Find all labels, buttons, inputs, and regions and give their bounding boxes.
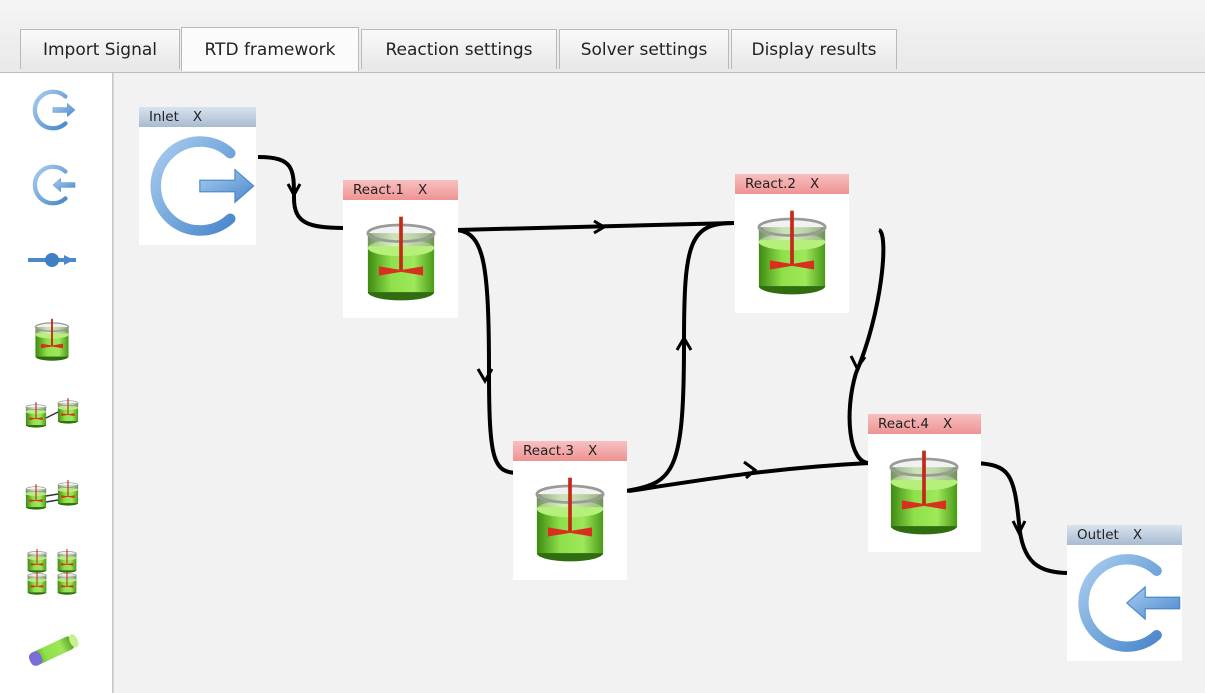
connection-react1-react3 <box>456 228 520 475</box>
outlet-icon <box>28 161 76 209</box>
node-close-button[interactable]: X <box>588 443 597 459</box>
connection-react4-outlet <box>975 461 1070 575</box>
inlet-icon <box>28 86 76 134</box>
connection-inlet-react1 <box>257 155 345 230</box>
tab-import-signal[interactable]: Import Signal <box>20 29 180 69</box>
flow-canvas[interactable]: Inlet X React.1 X React.2 X React.3 X Re… <box>113 73 1205 693</box>
tab-reaction-settings[interactable]: Reaction settings <box>361 29 557 69</box>
palette-outlet[interactable] <box>22 155 82 215</box>
node-body <box>513 461 627 580</box>
node-label: React.3 <box>523 443 574 459</box>
node-header: Outlet X <box>1067 525 1182 545</box>
palette-connector[interactable] <box>22 230 82 290</box>
node-header: React.1 X <box>343 180 458 200</box>
reactor-icon <box>513 461 627 580</box>
palette-plug-flow[interactable] <box>22 621 82 681</box>
connector-icon <box>28 253 76 267</box>
node-body <box>868 434 981 552</box>
node-header: Inlet X <box>139 107 256 127</box>
palette-inlet[interactable] <box>22 80 82 140</box>
node-header: React.4 X <box>868 414 981 434</box>
node-close-button[interactable]: X <box>1133 527 1142 543</box>
node-body <box>343 200 458 318</box>
node-label: React.1 <box>353 182 404 198</box>
node-close-button[interactable]: X <box>943 416 952 432</box>
node-label: Outlet <box>1077 527 1119 543</box>
node-body <box>735 194 849 313</box>
connection-react3-react2 <box>625 221 735 493</box>
node-label: React.4 <box>878 416 929 432</box>
tab-solver-settings[interactable]: Solver settings <box>559 29 729 69</box>
node-close-button[interactable]: X <box>418 182 427 198</box>
node-close-button[interactable]: X <box>193 109 202 125</box>
window-top-band <box>0 0 1205 14</box>
node-body <box>139 127 256 245</box>
node-header: React.2 X <box>735 174 849 194</box>
outlet-icon <box>1067 545 1182 661</box>
node-header: React.3 X <box>513 441 627 461</box>
reactor-icon <box>29 317 75 363</box>
reactor-icon <box>868 434 981 552</box>
reactors-parallel-icon <box>22 472 82 518</box>
palette-reactors-parallel[interactable] <box>22 465 82 525</box>
node-label: React.2 <box>745 176 796 192</box>
inlet-icon <box>139 127 256 245</box>
connection-react1-react2 <box>456 221 735 232</box>
palette-reactors-stack[interactable] <box>22 543 82 603</box>
node-label: Inlet <box>149 109 179 125</box>
palette-reactor[interactable] <box>22 310 82 370</box>
plug-flow-icon <box>28 634 79 666</box>
node-close-button[interactable]: X <box>810 176 819 192</box>
node-body <box>1067 545 1182 661</box>
reactors-stack-icon <box>22 548 82 598</box>
reactor-icon <box>343 200 458 318</box>
tab-strip: Import Signal RTD framework Reaction set… <box>0 14 1205 73</box>
tab-display-results[interactable]: Display results <box>731 29 897 69</box>
component-palette <box>0 73 113 693</box>
reactor-icon <box>735 194 849 313</box>
connection-lines <box>257 155 1070 575</box>
reactors-series-icon <box>22 392 82 438</box>
tab-rtd-framework[interactable]: RTD framework <box>181 27 359 71</box>
palette-reactors-series[interactable] <box>22 385 82 445</box>
